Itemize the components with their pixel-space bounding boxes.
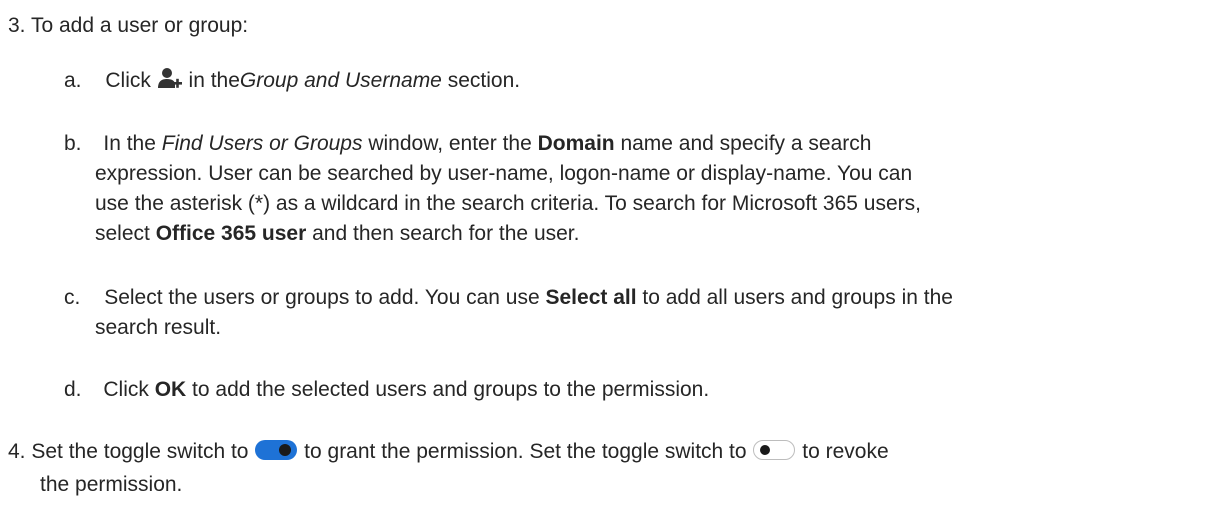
substep-b-text: window, enter the xyxy=(362,132,538,155)
step-4-number: 4. xyxy=(8,440,26,463)
toggle-on-icon xyxy=(255,440,298,460)
substep-c-text: to add all users and groups in the xyxy=(636,286,953,309)
substep-d: d. Click OK to add the selected users an… xyxy=(64,377,709,403)
step-3-text: To add a user or group: xyxy=(30,14,249,37)
document-page: 3. To add a user or group: a. Click in t… xyxy=(0,0,1213,524)
substep-c-line-1: c. Select the users or groups to add. Yo… xyxy=(64,285,953,311)
substep-d-marker: d. xyxy=(64,378,82,401)
substep-c-line-2: search result. xyxy=(95,316,222,339)
substep-c-marker: c. xyxy=(64,286,81,309)
substep-a: a. Click in theGroup and Username sectio… xyxy=(64,67,520,94)
step-4-line-1: 4. Set the toggle switch to to grant the… xyxy=(8,438,889,465)
substep-b-text: select xyxy=(95,222,156,245)
substep-d-bold: OK xyxy=(154,378,187,401)
substep-b-bold: Office 365 user xyxy=(155,222,307,245)
step-3-number: 3. xyxy=(8,14,26,37)
substep-a-pre: Click xyxy=(105,69,151,92)
substep-d-text: Click xyxy=(103,378,155,401)
substep-b-line-1: b. In the Find Users or Groups window, e… xyxy=(64,131,871,157)
add-user-icon xyxy=(157,68,182,88)
substep-b-bold: Domain xyxy=(537,132,615,155)
substep-b-text: In the xyxy=(103,132,162,155)
substep-a-marker: a. xyxy=(64,69,82,92)
step-4-text: to grant the permission. Set the toggle … xyxy=(298,440,753,463)
substep-b-line-4: select Office 365 user and then search f… xyxy=(95,221,579,247)
substep-b-line-2: expression. User can be searched by user… xyxy=(95,162,913,185)
step-4-text: to revoke xyxy=(796,440,889,463)
substep-b-text: and then search for the user. xyxy=(306,222,580,245)
substep-a-mid: in the xyxy=(188,69,240,92)
substep-d-text: to add the selected users and groups to … xyxy=(186,378,710,401)
substep-b-text: name and specify a search xyxy=(614,132,872,155)
substep-b-marker: b. xyxy=(64,132,82,155)
substep-a-italic: Group and Username xyxy=(239,69,442,92)
toggle-off-icon xyxy=(753,440,796,460)
substep-a-post: section. xyxy=(447,69,521,92)
step-4-text: Set the toggle switch to xyxy=(31,440,255,463)
substep-b-italic: Find Users or Groups xyxy=(161,132,363,155)
substep-b-line-3: use the asterisk (*) as a wildcard in th… xyxy=(95,192,921,215)
substep-c-text: Select the users or groups to add. You c… xyxy=(104,286,546,309)
step-3: 3. To add a user or group: xyxy=(8,13,248,39)
step-4-line-2: the permission. xyxy=(40,473,183,496)
substep-c-bold: Select all xyxy=(545,286,637,309)
